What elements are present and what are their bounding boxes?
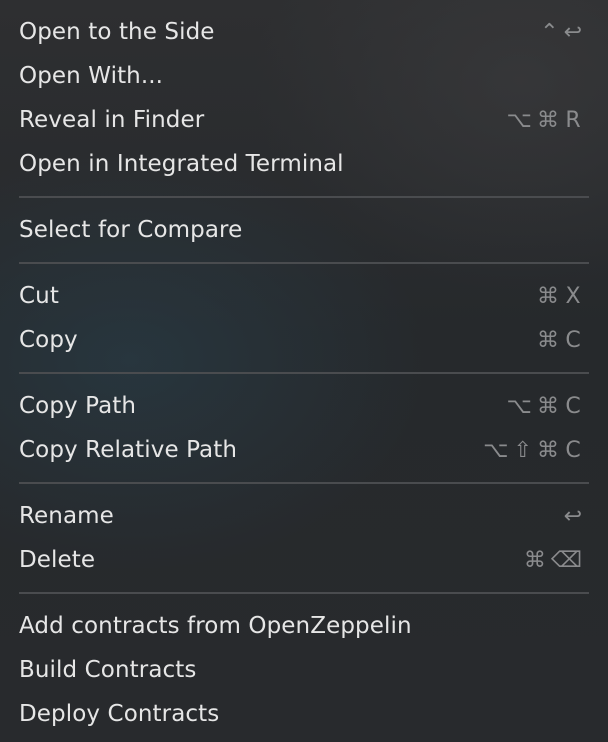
menu-item-add-contracts-from-openzeppelin[interactable]: Add contracts from OpenZeppelin — [0, 604, 608, 648]
option-key-icon: ⌥ — [483, 437, 509, 463]
command-key-icon: ⌘ — [537, 327, 559, 353]
control-key-icon: ⌃ — [540, 19, 559, 45]
keyboard-shortcut: ⌘ X — [537, 284, 582, 309]
menu-item-label: Build Contracts — [19, 657, 197, 683]
command-key-icon: ⌘ — [523, 547, 546, 573]
return-key-icon: ↩ — [563, 19, 582, 45]
menu-item-copy[interactable]: Copy ⌘ C — [0, 318, 608, 362]
menu-separator — [0, 362, 608, 384]
command-key-icon: ⌘ — [537, 283, 559, 309]
key-c: C — [565, 437, 581, 463]
option-key-icon: ⌥ — [506, 107, 532, 133]
menu-separator — [0, 472, 608, 494]
shift-key-icon: ⇧ — [513, 437, 532, 463]
keyboard-shortcut: ⌥ ⌘ R — [507, 108, 582, 133]
menu-separator — [0, 186, 608, 208]
return-key-icon: ↩ — [563, 503, 582, 529]
separator-line — [19, 196, 589, 198]
key-r: R — [565, 107, 581, 133]
keyboard-shortcut: ⌥ ⇧ ⌘ C — [483, 438, 582, 463]
menu-item-rename[interactable]: Rename ↩ — [0, 494, 608, 538]
key-c: C — [565, 393, 581, 419]
menu-item-label: Copy Path — [19, 393, 137, 419]
menu-item-open-with[interactable]: Open With... — [0, 54, 608, 98]
menu-item-label: Cut — [19, 283, 59, 309]
menu-item-label: Copy — [19, 327, 78, 353]
keyboard-shortcut: ⌥ ⌘ C — [507, 394, 582, 419]
menu-item-label: Copy Relative Path — [19, 437, 238, 463]
menu-item-open-to-the-side[interactable]: Open to the Side ⌃ ↩ — [0, 10, 608, 54]
menu-separator — [0, 582, 608, 604]
command-key-icon: ⌘ — [537, 107, 559, 133]
separator-line — [19, 482, 589, 484]
menu-item-label: Delete — [19, 547, 96, 573]
menu-item-label: Open in Integrated Terminal — [19, 151, 344, 177]
menu-item-label: Open With... — [19, 63, 164, 89]
menu-item-label: Add contracts from OpenZeppelin — [19, 613, 412, 639]
separator-line — [19, 592, 589, 594]
keyboard-shortcut: ↩ — [564, 504, 582, 529]
delete-key-icon: ⌫ — [550, 547, 582, 573]
command-key-icon: ⌘ — [537, 393, 559, 419]
menu-item-label: Rename — [19, 503, 114, 529]
menu-item-label: Open to the Side — [19, 19, 215, 45]
menu-item-label: Deploy Contracts — [19, 701, 220, 727]
keyboard-shortcut: ⌘ ⌫ — [524, 548, 582, 573]
context-menu: Open to the Side ⌃ ↩ Open With... Reveal in … — [0, 0, 608, 742]
keyboard-shortcut: ⌃ ↩ — [540, 20, 582, 45]
menu-item-copy-relative-path[interactable]: Copy Relative Path ⌥ ⇧ ⌘ C — [0, 428, 608, 472]
command-key-icon: ⌘ — [537, 437, 559, 463]
option-key-icon: ⌥ — [506, 393, 532, 419]
menu-item-label: Reveal in Finder — [19, 107, 205, 133]
menu-item-deploy-contracts[interactable]: Deploy Contracts — [0, 692, 608, 736]
key-c: C — [565, 327, 581, 353]
separator-line — [19, 372, 589, 374]
menu-item-cut[interactable]: Cut ⌘ X — [0, 274, 608, 318]
menu-item-reveal-in-finder[interactable]: Reveal in Finder ⌥ ⌘ R — [0, 98, 608, 142]
menu-item-select-for-compare[interactable]: Select for Compare — [0, 208, 608, 252]
key-x: X — [565, 283, 581, 309]
menu-item-open-in-integrated-terminal[interactable]: Open in Integrated Terminal — [0, 142, 608, 186]
separator-line — [19, 262, 589, 264]
menu-item-label: Select for Compare — [19, 217, 243, 243]
menu-item-copy-path[interactable]: Copy Path ⌥ ⌘ C — [0, 384, 608, 428]
keyboard-shortcut: ⌘ C — [537, 328, 582, 353]
menu-item-delete[interactable]: Delete ⌘ ⌫ — [0, 538, 608, 582]
menu-item-build-contracts[interactable]: Build Contracts — [0, 648, 608, 692]
menu-separator — [0, 252, 608, 274]
